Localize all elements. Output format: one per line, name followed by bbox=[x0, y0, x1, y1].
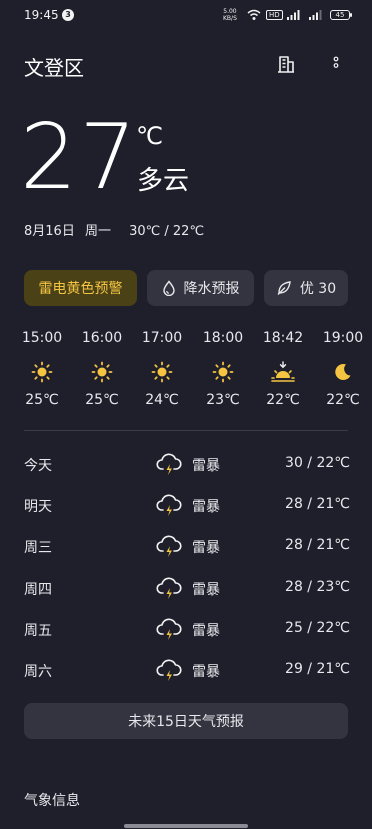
daily-row[interactable]: 周六 雷暴 29 / 21℃ bbox=[24, 658, 350, 682]
hourly-item: 16:00 25℃ bbox=[77, 330, 127, 408]
day-condition: 雷暴 bbox=[192, 623, 220, 639]
raindrop-icon bbox=[162, 280, 175, 296]
daily-row[interactable]: 周五 雷暴 25 / 22℃ bbox=[24, 617, 350, 641]
hour-temp: 25℃ bbox=[25, 392, 59, 408]
forecast-button-label: 未来15日天气预报 bbox=[128, 714, 244, 730]
sun-icon bbox=[151, 361, 173, 383]
more-vertical-icon bbox=[333, 56, 339, 68]
precip-forecast-chip[interactable]: 降水预报 bbox=[147, 270, 254, 306]
current-temperature: 27 bbox=[20, 105, 139, 210]
city-manage-button[interactable] bbox=[274, 52, 298, 76]
daily-row[interactable]: 今天 雷暴 30 / 22℃ bbox=[24, 452, 350, 476]
hour-temp: 22℃ bbox=[266, 392, 300, 408]
day-range: 28 / 21℃ bbox=[285, 537, 350, 553]
hour-time: 16:00 bbox=[81, 330, 123, 346]
today-range: 30℃ / 22℃ bbox=[129, 224, 205, 239]
hourly-item: 19:00 22℃ bbox=[318, 330, 368, 408]
day-name: 周五 bbox=[24, 623, 52, 639]
hour-temp: 23℃ bbox=[206, 392, 240, 408]
day-range: 25 / 22℃ bbox=[285, 620, 350, 636]
day-range: 28 / 23℃ bbox=[285, 579, 350, 595]
signal-icon bbox=[287, 10, 300, 20]
net-speed-value: 5.00 bbox=[223, 8, 237, 15]
sunset-icon bbox=[271, 361, 295, 382]
leaf-icon bbox=[277, 281, 291, 295]
day-condition: 雷暴 bbox=[192, 499, 220, 515]
daily-row[interactable]: 明天 雷暴 28 / 21℃ bbox=[24, 493, 350, 517]
temperature-unit: ℃ bbox=[136, 122, 163, 150]
alert-label: 雷电黄色预警 bbox=[38, 281, 123, 297]
day-condition: 雷暴 bbox=[192, 540, 220, 556]
hourly-item: 18:00 23℃ bbox=[198, 330, 248, 408]
status-time: 19:45 bbox=[24, 8, 59, 22]
15-day-forecast-button[interactable]: 未来15日天气预报 bbox=[24, 703, 348, 739]
moon-icon bbox=[335, 364, 351, 381]
aqi-label: 优 30 bbox=[299, 281, 337, 297]
sun-icon bbox=[91, 361, 113, 383]
day-name: 今天 bbox=[24, 458, 52, 474]
sun-icon bbox=[212, 361, 234, 383]
day-name: 明天 bbox=[24, 499, 52, 515]
day-condition: 雷暴 bbox=[192, 582, 220, 598]
hour-temp: 25℃ bbox=[85, 392, 119, 408]
thunderstorm-icon bbox=[156, 577, 182, 599]
hour-time: 17:00 bbox=[141, 330, 183, 346]
day-name: 周三 bbox=[24, 540, 52, 556]
hour-time: 18:42 bbox=[262, 330, 304, 346]
day-name: 周六 bbox=[24, 664, 52, 680]
day-range: 30 / 22℃ bbox=[285, 455, 350, 471]
date-line: 8月16日 周一 30℃ / 22℃ bbox=[24, 220, 210, 239]
hourly-item: 15:00 25℃ bbox=[17, 330, 67, 408]
battery-icon: 45 bbox=[330, 10, 352, 20]
divider bbox=[24, 430, 348, 431]
notification-badge: 3 bbox=[62, 9, 74, 21]
sun-icon bbox=[31, 361, 53, 383]
section-title: 气象信息 bbox=[24, 793, 80, 809]
daily-row[interactable]: 周三 雷暴 28 / 21℃ bbox=[24, 534, 350, 558]
thunderstorm-icon bbox=[156, 659, 182, 681]
wifi-icon bbox=[247, 9, 261, 20]
day-range: 28 / 21℃ bbox=[285, 496, 350, 512]
net-speed: 5.00 KB/S bbox=[223, 8, 237, 22]
thunderstorm-icon bbox=[156, 453, 182, 475]
hour-temp: 22℃ bbox=[326, 392, 360, 408]
hd-badge: HD bbox=[266, 10, 283, 20]
day-range: 29 / 21℃ bbox=[285, 661, 350, 677]
daily-row[interactable]: 周四 雷暴 28 / 23℃ bbox=[24, 576, 350, 600]
hourly-item: 17:00 24℃ bbox=[137, 330, 187, 408]
current-condition: 多云 bbox=[137, 166, 190, 196]
current-date: 8月16日 bbox=[24, 224, 75, 239]
thunderstorm-icon bbox=[156, 618, 182, 640]
day-name: 周四 bbox=[24, 582, 52, 598]
air-quality-chip[interactable]: 优 30 bbox=[264, 270, 348, 306]
precip-label: 降水预报 bbox=[183, 281, 240, 297]
current-weekday: 周一 bbox=[84, 224, 111, 239]
city-name: 文登区 bbox=[24, 56, 84, 80]
hourly-item: 18:42 22℃ bbox=[258, 330, 308, 408]
more-button[interactable] bbox=[324, 52, 348, 76]
hour-temp: 24℃ bbox=[145, 392, 179, 408]
net-speed-unit: KB/S bbox=[223, 15, 237, 22]
thunderstorm-icon bbox=[156, 535, 182, 557]
building-icon bbox=[278, 56, 294, 73]
weather-screen: 19:45 3 5.00 KB/S HD 45 文登区 27 ℃ 多云 8月16… bbox=[0, 0, 372, 829]
signal-icon-secondary bbox=[309, 10, 322, 20]
home-indicator[interactable] bbox=[124, 824, 248, 828]
hour-time: 19:00 bbox=[322, 330, 364, 346]
weather-alert-chip[interactable]: 雷电黄色预警 bbox=[24, 270, 137, 306]
thunderstorm-icon bbox=[156, 494, 182, 516]
hour-time: 15:00 bbox=[21, 330, 63, 346]
day-condition: 雷暴 bbox=[192, 664, 220, 680]
day-condition: 雷暴 bbox=[192, 458, 220, 474]
hour-time: 18:00 bbox=[202, 330, 244, 346]
status-bar: 19:45 3 5.00 KB/S HD 45 bbox=[0, 0, 372, 32]
